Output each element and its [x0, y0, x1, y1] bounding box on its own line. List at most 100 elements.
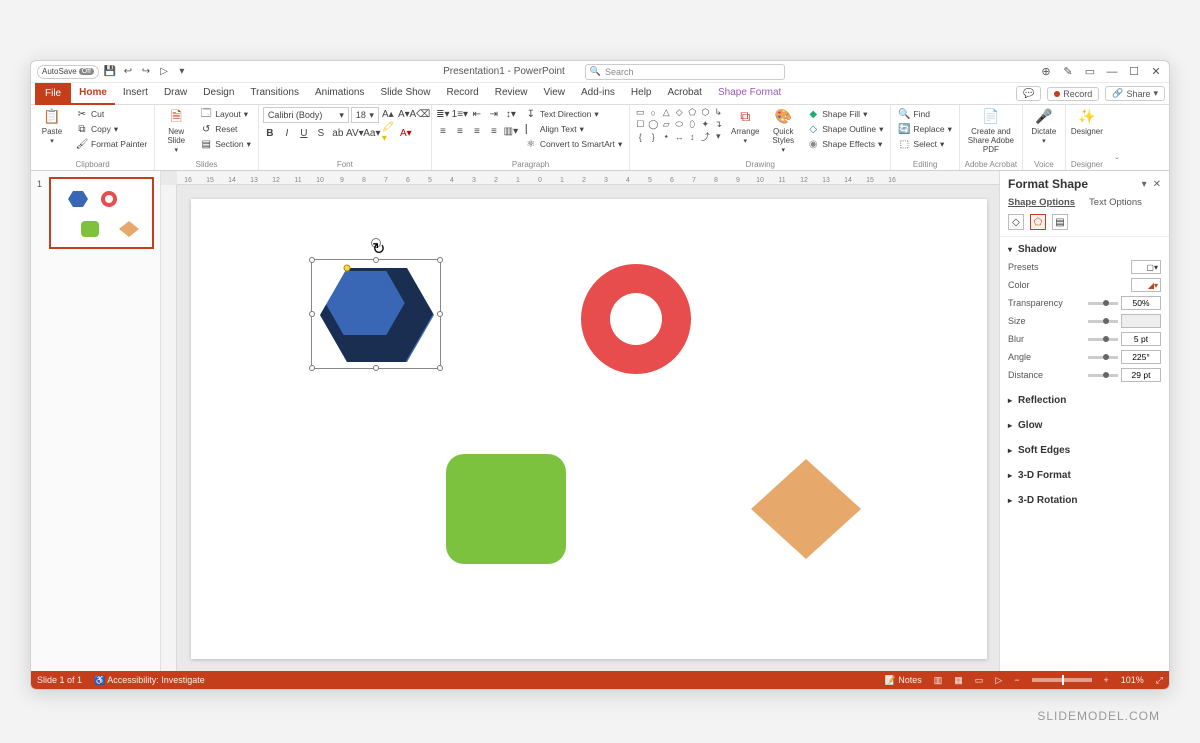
inc-indent-button[interactable]: ⇥	[487, 107, 501, 121]
dictate-button[interactable]: 🎤Dictate▾	[1027, 107, 1061, 145]
blur-input[interactable]	[1121, 332, 1161, 346]
save-icon[interactable]: 💾	[103, 65, 117, 79]
copy-button[interactable]: ⧉Copy ▾	[73, 122, 150, 136]
normal-view-icon[interactable]: ▥	[934, 675, 943, 686]
soft-edges-section[interactable]: Soft Edges	[1008, 442, 1161, 459]
fit-to-window-icon[interactable]: ⤢	[1156, 675, 1163, 686]
line-spacing-button[interactable]: ↕▾	[504, 107, 518, 121]
strike-button[interactable]: S	[314, 126, 328, 140]
tab-animations[interactable]: Animations	[307, 83, 372, 105]
replace-button[interactable]: 🔄Replace ▾	[895, 122, 954, 136]
size-props-icon[interactable]: ▤	[1052, 214, 1068, 230]
justify-button[interactable]: ≡	[487, 124, 501, 138]
zoom-level[interactable]: 101%	[1121, 675, 1144, 685]
tab-review[interactable]: Review	[487, 83, 536, 105]
text-options-tab[interactable]: Text Options	[1089, 197, 1142, 208]
3d-format-section[interactable]: 3-D Format	[1008, 467, 1161, 484]
shadow-presets-combo[interactable]: ▢▾	[1131, 260, 1161, 274]
tab-file[interactable]: File	[35, 83, 71, 105]
align-left-button[interactable]: ≡	[436, 124, 450, 138]
size-slider[interactable]	[1088, 320, 1118, 323]
slide-indicator[interactable]: Slide 1 of 1	[37, 675, 82, 685]
slide-thumbnails[interactable]: 1	[31, 171, 161, 671]
quick-styles-button[interactable]: 🎨Quick Styles▾	[766, 107, 800, 154]
reset-button[interactable]: ↺Reset	[197, 122, 254, 136]
tab-help[interactable]: Help	[623, 83, 660, 105]
glow-section[interactable]: Glow	[1008, 417, 1161, 434]
record-button[interactable]: Record	[1047, 87, 1099, 101]
angle-input[interactable]	[1121, 350, 1161, 364]
align-text-button[interactable]: ⎸Align Text ▾	[522, 122, 625, 136]
slideshow-view-icon[interactable]: ▷	[995, 675, 1002, 686]
undo-icon[interactable]: ↩	[121, 65, 135, 79]
donut-shape[interactable]	[571, 254, 701, 384]
ribbon-display-icon[interactable]: ▭	[1083, 65, 1097, 79]
fill-line-icon[interactable]: ◇	[1008, 214, 1024, 230]
hexagon-shape-selected[interactable]: ↻	[311, 259, 441, 369]
select-button[interactable]: ⬚Select ▾	[895, 137, 954, 151]
layout-button[interactable]: 🗔Layout ▾	[197, 107, 254, 121]
change-case-button[interactable]: Aa▾	[365, 126, 379, 140]
3d-rotation-section[interactable]: 3-D Rotation	[1008, 492, 1161, 509]
highlight-button[interactable]: 🖍▾	[382, 126, 396, 140]
font-family-combo[interactable]: Calibri (Body)▾	[263, 107, 349, 123]
tab-record[interactable]: Record	[438, 83, 486, 105]
adobe-pdf-button[interactable]: 📄Create and Share Adobe PDF	[964, 107, 1018, 154]
font-color-button[interactable]: A▾	[399, 126, 413, 140]
clear-format-icon[interactable]: A⌫	[413, 107, 427, 121]
align-right-button[interactable]: ≡	[470, 124, 484, 138]
tab-acrobat[interactable]: Acrobat	[660, 83, 710, 105]
minimize-icon[interactable]: —	[1105, 65, 1119, 79]
text-direction-button[interactable]: ↧Text Direction ▾	[522, 107, 625, 121]
shadow-section[interactable]: Shadow	[1008, 241, 1161, 258]
qat-more-icon[interactable]: ▾	[175, 65, 189, 79]
new-slide-button[interactable]: 🗎New Slide▾	[159, 107, 193, 154]
slide-editor[interactable]: 1615141312111098765432101234567891011121…	[161, 171, 999, 671]
transparency-slider[interactable]	[1088, 302, 1118, 305]
shape-gallery[interactable]: ▭○△◇⬠⬡↳ ☐◯▱⬭⬯✦↴ {}⬩↔↕⤴▾	[634, 107, 724, 142]
transparency-input[interactable]	[1121, 296, 1161, 310]
section-button[interactable]: ▤Section ▾	[197, 137, 254, 151]
diamond-shape[interactable]	[741, 449, 871, 569]
shadow-color-combo[interactable]: ◢▾	[1131, 278, 1161, 292]
slide-thumbnail-1[interactable]	[49, 177, 154, 249]
increase-font-icon[interactable]: A▴	[381, 107, 395, 121]
reflection-section[interactable]: Reflection	[1008, 392, 1161, 409]
redo-icon[interactable]: ↪	[139, 65, 153, 79]
tab-design[interactable]: Design	[195, 83, 242, 105]
tab-draw[interactable]: Draw	[156, 83, 195, 105]
accessibility-button[interactable]: ♿ Accessibility: Investigate	[94, 675, 205, 686]
autosave-toggle[interactable]: AutoSave Off	[37, 65, 99, 79]
font-size-combo[interactable]: 18▾	[351, 107, 379, 123]
account-icon[interactable]: ⊕	[1039, 65, 1053, 79]
search-input[interactable]: 🔍 Search	[585, 64, 785, 80]
distance-input[interactable]	[1121, 368, 1161, 382]
shape-options-tab[interactable]: Shape Options	[1008, 197, 1075, 208]
columns-button[interactable]: ▥▾	[504, 124, 518, 138]
tab-insert[interactable]: Insert	[115, 83, 156, 105]
pane-close-icon[interactable]: ✕	[1153, 179, 1161, 190]
maximize-icon[interactable]: ☐	[1127, 65, 1141, 79]
distance-slider[interactable]	[1088, 374, 1118, 377]
angle-slider[interactable]	[1088, 356, 1118, 359]
numbering-button[interactable]: 1≡▾	[453, 107, 467, 121]
size-input[interactable]	[1121, 314, 1161, 328]
slide-canvas[interactable]: ↻	[191, 199, 987, 659]
char-spacing-button[interactable]: AV▾	[348, 126, 362, 140]
underline-button[interactable]: U	[297, 126, 311, 140]
rounded-square-shape[interactable]	[441, 449, 571, 569]
format-painter-button[interactable]: 🖌Format Painter	[73, 137, 150, 151]
zoom-out-icon[interactable]: −	[1014, 675, 1019, 685]
tab-home[interactable]: Home	[71, 83, 115, 105]
comments-button[interactable]: 💬	[1016, 86, 1041, 101]
reading-view-icon[interactable]: ▭	[975, 675, 984, 686]
effects-icon[interactable]: ⬠	[1030, 214, 1046, 230]
tab-addins[interactable]: Add-ins	[573, 83, 623, 105]
start-slideshow-icon[interactable]: ▷	[157, 65, 171, 79]
cut-button[interactable]: ✂Cut	[73, 107, 150, 121]
share-button[interactable]: 🔗 Share ▾	[1105, 86, 1165, 101]
zoom-slider-track[interactable]	[1032, 678, 1092, 682]
align-center-button[interactable]: ≡	[453, 124, 467, 138]
shape-fill-button[interactable]: ◆Shape Fill ▾	[804, 107, 886, 121]
sorter-view-icon[interactable]: ▦	[954, 675, 963, 686]
